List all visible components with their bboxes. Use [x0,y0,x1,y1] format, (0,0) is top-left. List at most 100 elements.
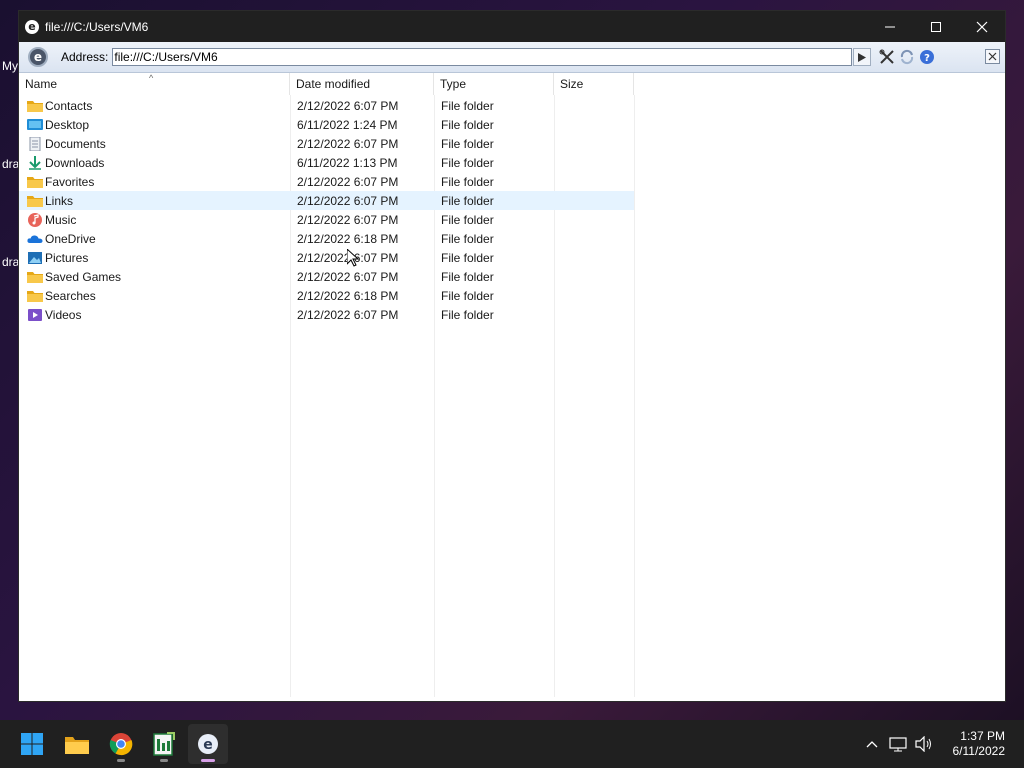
videos-folder-icon [27,308,43,322]
file-name-cell: Saved Games [19,270,290,284]
running-indicator [201,759,215,762]
file-row[interactable]: Links 2/12/2022 6:07 PM File folder [19,191,634,210]
file-row[interactable]: Videos 2/12/2022 6:07 PM File folder [19,305,634,324]
network-button[interactable] [887,733,909,755]
file-name: Saved Games [45,269,122,284]
file-name-cell: Searches [19,289,290,303]
column-header-name[interactable]: ^ Name [19,73,290,95]
taskbar-browser-app[interactable]: e [188,724,228,764]
file-name-cell: Desktop [19,118,290,132]
file-row[interactable]: Music 2/12/2022 6:07 PM File folder [19,210,634,229]
file-type-cell: File folder [441,98,494,113]
go-button[interactable] [853,48,872,66]
start-icon [21,733,43,755]
date-modified-cell: 2/12/2022 6:07 PM [297,212,399,227]
file-row[interactable]: OneDrive 2/12/2022 6:18 PM File folder [19,229,634,248]
file-name-cell: OneDrive [19,232,290,246]
address-input[interactable] [112,48,853,66]
taskbar-file-explorer[interactable] [57,724,97,764]
close-toolbar-button[interactable] [985,49,1000,64]
date-modified-cell: 2/12/2022 6:07 PM [297,174,399,189]
play-arrow-icon [858,52,867,62]
file-row[interactable]: Searches 2/12/2022 6:18 PM File folder [19,286,634,305]
column-header-date[interactable]: Date modified [290,73,434,95]
file-type-cell: File folder [441,155,494,170]
address-toolbar: e Address: ? [19,42,1005,73]
app-logo-icon: e [25,19,39,34]
taskbar: e 1:37 PM 6/11/2022 [0,720,1024,768]
folder-icon [27,99,43,113]
file-type-cell: File folder [441,231,494,246]
desktop-folder-icon [27,118,43,132]
date-modified-cell: 2/12/2022 6:07 PM [297,250,399,265]
folder-icon [27,175,43,189]
desktop-icon-label[interactable]: dra [2,255,19,269]
date-modified-cell: 6/11/2022 1:24 PM [297,117,398,132]
refresh-icon [901,49,914,65]
file-name: Searches [45,288,96,303]
title-bar[interactable]: e file:///C:/Users/VM6 [19,11,1005,42]
file-row[interactable]: Contacts 2/12/2022 6:07 PM File folder [19,96,634,115]
browser-logo-icon[interactable]: e [28,47,48,67]
mouse-cursor-icon [347,249,359,267]
file-type-cell: File folder [441,193,494,208]
start-button[interactable] [12,724,52,764]
volume-button[interactable] [913,733,935,755]
file-row[interactable]: Favorites 2/12/2022 6:07 PM File folder [19,172,634,191]
help-button[interactable]: ? [919,49,935,65]
file-row[interactable]: Saved Games 2/12/2022 6:07 PM File folder [19,267,634,286]
refresh-button[interactable] [899,49,915,65]
clock-time: 1:37 PM [960,729,1005,743]
tools-button[interactable] [879,49,895,65]
file-row[interactable]: Downloads 6/11/2022 1:13 PM File folder [19,153,634,172]
file-name-cell: Pictures [19,251,290,265]
minimize-icon [885,26,895,27]
documents-folder-icon [27,136,43,151]
file-list-view[interactable]: ^ Name Date modified Type Size Contacts 2… [19,73,1005,701]
maximize-button[interactable] [913,11,959,42]
browser-window: e file:///C:/Users/VM6 e Address: file:/… [18,10,1006,702]
close-icon [976,21,988,32]
taskbar-clock[interactable]: 1:37 PM 6/11/2022 [953,729,1006,759]
file-name: Contacts [45,98,93,113]
sort-up-icon: ^ [149,73,154,83]
taskbar-spreadsheet-app[interactable] [144,724,184,764]
folder-icon [27,194,43,208]
svg-text:e: e [203,737,213,753]
clock-date: 6/11/2022 [952,744,1006,758]
running-indicator [160,759,168,762]
file-row[interactable]: Desktop 6/11/2022 1:24 PM File folder [19,115,634,134]
file-name: Desktop [45,117,90,132]
column-header-row: ^ Name Date modified Type Size [19,73,634,95]
chevron-up-icon [866,741,877,748]
network-icon [888,737,907,752]
date-modified-cell: 2/12/2022 6:18 PM [297,288,399,303]
file-row[interactable]: Documents 2/12/2022 6:07 PM File folder [19,134,634,153]
desktop-icon-label[interactable]: My [2,59,18,73]
desktop-icon-label[interactable]: dra [2,157,19,171]
file-row[interactable]: Pictures 2/12/2022 6:07 PM File folder [19,248,634,267]
svg-text:?: ? [924,53,930,64]
browser-app-icon: e [198,734,218,754]
close-button[interactable] [959,11,1005,42]
file-name: Pictures [45,250,89,265]
file-name-cell: Favorites [19,175,290,189]
column-header-size[interactable]: Size [554,73,634,95]
date-modified-cell: 2/12/2022 6:07 PM [297,193,399,208]
folder-icon [27,289,43,303]
date-modified-cell: 2/12/2022 6:07 PM [297,98,399,113]
volume-icon [914,736,931,752]
file-name: Favorites [45,174,95,189]
show-hidden-icons-button[interactable] [861,733,883,755]
system-tray: 1:37 PM 6/11/2022 [861,720,1024,768]
file-explorer-icon [65,737,89,754]
file-name-cell: Documents [19,136,290,151]
file-name-cell: Downloads [19,155,290,170]
column-divider [634,95,635,697]
file-name-cell: Contacts [19,99,290,113]
taskbar-chrome[interactable] [101,724,141,764]
column-header-type[interactable]: Type [434,73,554,95]
file-name: Downloads [45,155,105,170]
tools-icon [879,49,895,64]
minimize-button[interactable] [867,11,913,42]
